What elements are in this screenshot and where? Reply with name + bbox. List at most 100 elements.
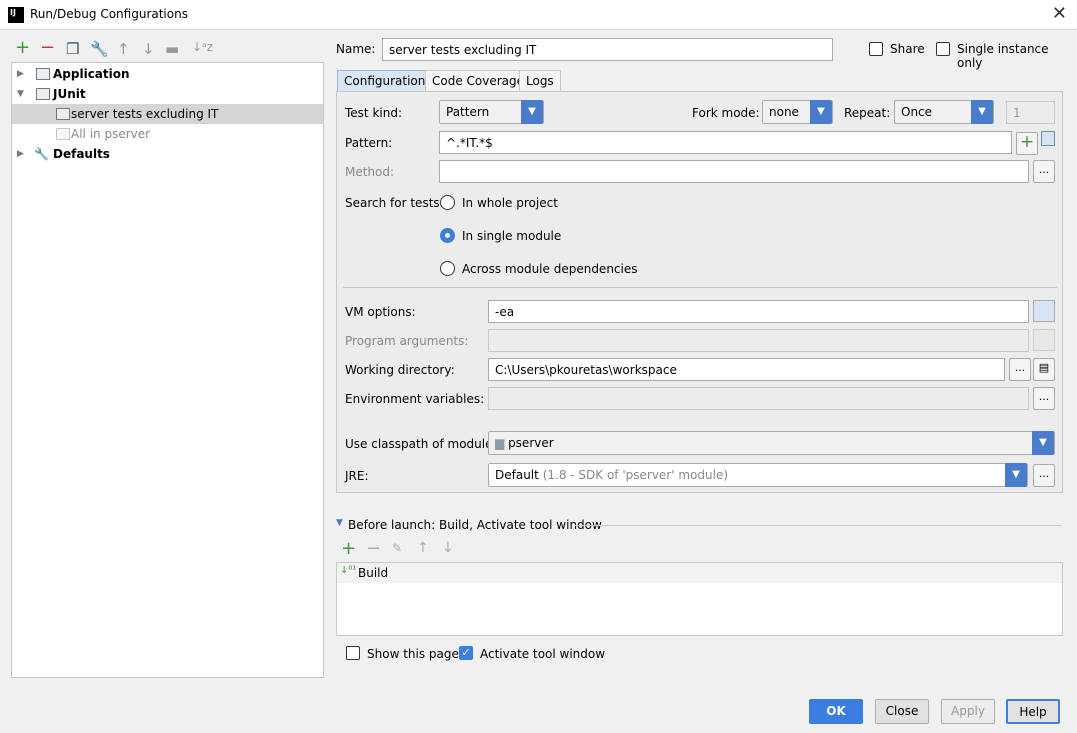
test-kind-value: Pattern: [446, 105, 490, 119]
repeat-select[interactable]: Once ▼: [894, 100, 994, 124]
junit-icon: [36, 88, 50, 100]
add-icon[interactable]: +: [15, 37, 30, 58]
tree-label: Application: [53, 67, 130, 81]
add-pattern-button[interactable]: +: [1016, 132, 1038, 155]
tab-code-coverage[interactable]: Code Coverage: [425, 70, 532, 92]
move-up-icon[interactable]: ↑: [417, 540, 429, 556]
before-launch-title[interactable]: Before launch: Build, Activate tool wind…: [348, 518, 602, 532]
expand-field-icon[interactable]: [1033, 300, 1055, 322]
build-label: Build: [358, 566, 389, 580]
test-kind-label: Test kind:: [345, 106, 402, 120]
classpath-select[interactable]: ▆ pserver ▼: [488, 431, 1055, 455]
radio-single-module[interactable]: [440, 228, 455, 243]
env-vars-input[interactable]: [488, 387, 1029, 410]
test-kind-select[interactable]: Pattern ▼: [439, 100, 544, 124]
move-down-icon[interactable]: ↓: [142, 40, 155, 58]
working-dir-browse-button[interactable]: ...: [1009, 358, 1031, 381]
whole-project-label: In whole project: [462, 196, 558, 210]
tree-item-application[interactable]: ▶ Application: [12, 64, 323, 84]
tree-label: JUnit: [53, 87, 86, 101]
jre-select[interactable]: Default (1.8 - SDK of 'pserver' module) ▼: [488, 463, 1028, 487]
vm-options-input[interactable]: [488, 300, 1029, 323]
expand-field-icon[interactable]: [1033, 329, 1055, 351]
junit-icon: [56, 128, 70, 140]
vm-options-label: VM options:: [345, 305, 416, 319]
repeat-count-input[interactable]: [1006, 101, 1055, 124]
before-launch-list[interactable]: ↓⁰¹ Build: [336, 562, 1063, 636]
working-dir-label: Working directory:: [345, 363, 455, 377]
chevron-down-icon: ▼: [971, 100, 993, 124]
show-page-label: Show this page: [367, 647, 459, 661]
wrench-icon[interactable]: 🔧: [90, 40, 109, 58]
method-browse-button[interactable]: ...: [1033, 160, 1055, 183]
env-vars-label: Environment variables:: [345, 392, 485, 406]
repeat-value: Once: [901, 105, 933, 119]
add-task-icon[interactable]: +: [341, 538, 356, 559]
across-modules-label: Across module dependencies: [462, 262, 638, 276]
fork-mode-select[interactable]: none ▼: [762, 100, 833, 124]
jre-label: JRE:: [345, 469, 369, 483]
edit-task-icon[interactable]: ✎: [392, 541, 402, 555]
collapse-arrow-icon[interactable]: ▼: [17, 84, 24, 104]
tree-item-server-tests[interactable]: server tests excluding IT: [12, 104, 323, 124]
close-window-button[interactable]: ✕: [1052, 3, 1067, 24]
env-vars-browse-button[interactable]: ...: [1033, 387, 1055, 410]
divider: [575, 525, 1061, 526]
list-item[interactable]: ↓⁰¹ Build: [337, 563, 1062, 583]
config-tree[interactable]: ▶ Application ▼ JUnit server tests excludi…: [11, 62, 324, 678]
share-checkbox[interactable]: [869, 42, 883, 56]
sort-icon[interactable]: ↓ᵃz: [192, 40, 213, 54]
working-dir-input[interactable]: [488, 358, 1005, 381]
close-button[interactable]: Close: [875, 699, 929, 724]
expand-arrow-icon[interactable]: ▶: [17, 144, 24, 164]
macro-icon[interactable]: ▤: [1033, 358, 1055, 381]
remove-icon[interactable]: −: [40, 37, 55, 58]
window-title: Run/Debug Configurations: [30, 7, 188, 21]
chevron-down-icon: ▼: [521, 100, 543, 124]
remove-task-icon[interactable]: −: [366, 538, 381, 559]
activate-tool-checkbox[interactable]: ✓: [459, 646, 473, 660]
program-args-label: Program arguments:: [345, 334, 469, 348]
method-input[interactable]: [439, 160, 1029, 183]
radio-whole-project[interactable]: [440, 195, 455, 210]
jre-browse-button[interactable]: ...: [1033, 464, 1055, 487]
copy-icon[interactable]: ❐: [66, 40, 79, 58]
show-page-checkbox[interactable]: [346, 646, 360, 660]
single-module-label: In single module: [462, 229, 562, 243]
tree-item-defaults[interactable]: ▶ 🔧 Defaults: [12, 144, 323, 164]
wrench-icon: 🔧: [34, 147, 49, 161]
expand-arrow-icon[interactable]: ▶: [17, 64, 24, 84]
title-bar: IJ Run/Debug Configurations ✕: [0, 0, 1077, 30]
application-icon: [36, 68, 50, 80]
pattern-input[interactable]: [439, 131, 1012, 154]
program-args-input[interactable]: [488, 329, 1029, 352]
apply-button[interactable]: Apply: [941, 699, 995, 724]
tree-label: server tests excluding IT: [71, 107, 219, 121]
jre-detail: (1.8 - SDK of 'pserver' module): [542, 468, 729, 482]
tab-configuration[interactable]: Configuration: [337, 70, 433, 92]
radio-across-modules[interactable]: [440, 261, 455, 276]
insert-icon[interactable]: [1041, 131, 1055, 146]
help-button[interactable]: Help: [1006, 699, 1060, 724]
tab-logs[interactable]: Logs: [519, 70, 561, 92]
build-icon: ↓⁰¹: [340, 565, 357, 576]
junit-icon: [56, 108, 70, 120]
chevron-down-icon: ▼: [1032, 431, 1054, 455]
fork-mode-label: Fork mode:: [692, 106, 760, 120]
tree-item-junit[interactable]: ▼ JUnit: [12, 84, 323, 104]
name-input[interactable]: [382, 38, 833, 61]
activate-tool-label: Activate tool window: [480, 647, 606, 661]
tree-item-all-in-pserver[interactable]: All in pserver: [12, 124, 323, 144]
folder-icon[interactable]: ▬: [165, 40, 179, 58]
move-down-icon[interactable]: ↓: [442, 540, 454, 556]
app-logo: IJ: [8, 7, 24, 23]
chevron-down-icon: ▼: [810, 100, 832, 124]
ok-button[interactable]: OK: [809, 699, 863, 724]
move-up-icon[interactable]: ↑: [117, 40, 130, 58]
fork-mode-value: none: [769, 105, 799, 119]
pattern-label: Pattern:: [345, 136, 393, 150]
single-instance-checkbox[interactable]: [936, 42, 950, 56]
collapse-arrow-icon[interactable]: ▼: [336, 518, 343, 528]
tree-label: All in pserver: [71, 127, 151, 141]
tree-label: Defaults: [53, 147, 110, 161]
